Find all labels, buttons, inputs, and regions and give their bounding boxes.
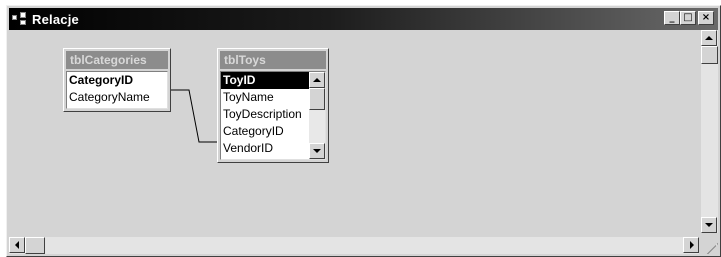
- field-item[interactable]: ToyName: [221, 89, 309, 106]
- vertical-scrollbar[interactable]: [701, 30, 718, 233]
- close-button[interactable]: ×: [698, 11, 714, 25]
- field-item[interactable]: CategoryID: [67, 72, 167, 89]
- field-list[interactable]: ToyID ToyName ToyDescription CategoryID …: [220, 71, 326, 160]
- title-bar[interactable]: Relacje _ □ ×: [9, 8, 718, 30]
- scroll-thumb[interactable]: [701, 46, 718, 64]
- scroll-thumb[interactable]: [25, 237, 45, 254]
- arrow-down-icon: [705, 223, 713, 227]
- relationships-canvas[interactable]: tblCategories CategoryID CategoryName tb…: [9, 30, 695, 233]
- maximize-button[interactable]: □: [680, 11, 696, 25]
- arrow-up-icon: [705, 36, 713, 40]
- scroll-up-button[interactable]: [701, 30, 717, 46]
- relationships-window: Relacje _ □ × tblCategories CategoryID C…: [6, 5, 721, 257]
- relationships-app-icon[interactable]: [12, 12, 28, 26]
- scroll-down-button[interactable]: [701, 217, 717, 233]
- arrow-down-icon: [313, 149, 321, 153]
- field-list-scrollbar[interactable]: [309, 72, 325, 159]
- table-title[interactable]: tblToys: [220, 51, 326, 69]
- scroll-down-button[interactable]: [309, 143, 325, 159]
- table-tblCategories[interactable]: tblCategories CategoryID CategoryName: [63, 48, 171, 112]
- field-item[interactable]: ToyDescription: [221, 106, 309, 123]
- table-tblToys[interactable]: tblToys ToyID ToyName ToyDescription Cat…: [217, 48, 329, 163]
- arrow-up-icon: [313, 78, 321, 82]
- scroll-left-button[interactable]: [9, 237, 25, 253]
- resize-grip-icon[interactable]: [701, 237, 718, 254]
- field-item[interactable]: CategoryID: [221, 123, 309, 140]
- window-title: Relacje: [32, 11, 79, 27]
- table-title[interactable]: tblCategories: [66, 51, 168, 69]
- arrow-left-icon: [15, 241, 19, 249]
- field-list[interactable]: CategoryID CategoryName: [66, 71, 168, 109]
- horizontal-scrollbar[interactable]: [9, 237, 699, 254]
- field-item[interactable]: VendorID: [221, 140, 309, 157]
- field-item[interactable]: CategoryName: [67, 89, 167, 106]
- scroll-up-button[interactable]: [309, 72, 325, 88]
- arrow-right-icon: [690, 241, 694, 249]
- field-item[interactable]: ToyID: [221, 72, 309, 89]
- scroll-thumb[interactable]: [309, 88, 325, 110]
- minimize-button[interactable]: _: [664, 11, 680, 25]
- scroll-right-button[interactable]: [683, 237, 699, 253]
